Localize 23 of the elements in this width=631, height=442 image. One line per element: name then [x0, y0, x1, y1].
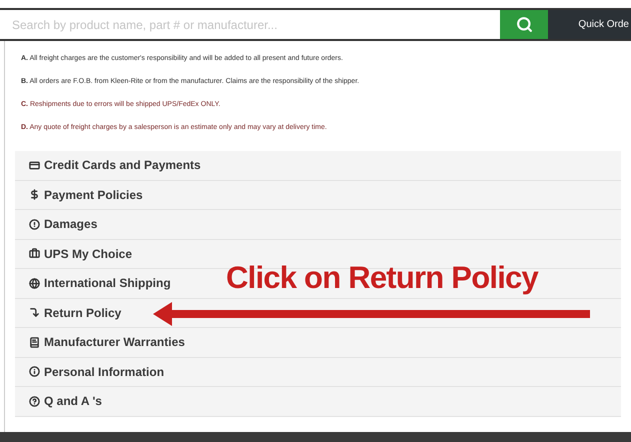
accordion-header[interactable]: Manufacturer Warranties — [29, 333, 185, 352]
accordion-header[interactable]: Credit Cards and Payments — [29, 156, 201, 174]
search-field[interactable]: Search by product name, part # or manufacturer... — [0, 10, 500, 39]
accordion-header[interactable]: Damages — [29, 215, 98, 234]
accordion-header[interactable]: Q and A 's — [29, 392, 102, 410]
accordion-header[interactable]: UPS My Choice — [29, 244, 132, 263]
accordion-header[interactable]: International Shipping — [29, 274, 171, 292]
book-icon — [29, 336, 40, 348]
credit-card-icon — [29, 160, 40, 171]
annotation-text: Click on Return Policy — [226, 262, 538, 293]
accordion-header[interactable]: Personal Information — [29, 362, 164, 381]
globe-icon — [29, 278, 40, 289]
curved-arrow-icon — [29, 307, 40, 318]
dollar-icon — [29, 189, 40, 200]
briefcase-icon — [29, 248, 40, 260]
help-icon — [29, 396, 40, 407]
search-icon — [516, 16, 532, 33]
info-icon — [29, 366, 40, 378]
accordion-header[interactable]: Payment Policies — [29, 186, 143, 204]
accordion-header[interactable]: Return Policy — [29, 304, 122, 322]
search-button[interactable] — [500, 10, 548, 39]
alert-icon — [29, 218, 40, 230]
quick-order-link[interactable]: Quick Orde — [578, 17, 631, 32]
